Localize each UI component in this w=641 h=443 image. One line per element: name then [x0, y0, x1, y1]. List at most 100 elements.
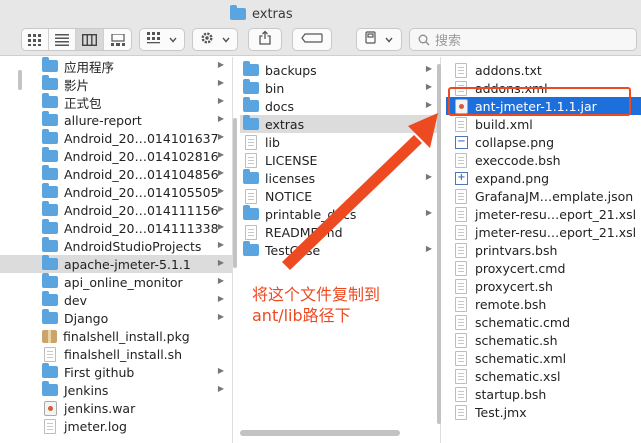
file-icon	[455, 152, 467, 168]
folder-icon	[42, 129, 58, 144]
file-row[interactable]: schematic.xml	[446, 349, 641, 367]
scrollbar-thumb[interactable]	[437, 64, 441, 424]
file-row[interactable]: Django ▶	[0, 309, 232, 327]
file-row[interactable]: Android_20…014111338 ▶	[0, 219, 232, 237]
view-mode-segmented-control[interactable]	[21, 28, 132, 51]
file-row[interactable]: bin ▶	[240, 79, 440, 97]
file-name: jenkins.war	[64, 400, 136, 416]
gear-icon	[200, 31, 214, 49]
folder-icon	[42, 93, 58, 108]
file-row[interactable]: remote.bsh	[446, 295, 641, 313]
file-row[interactable]: licenses ▶	[240, 169, 440, 187]
gallery-view-icon[interactable]	[104, 29, 131, 50]
file-row[interactable]: lib	[240, 133, 440, 151]
horizontal-scrollbar-thumb[interactable]	[240, 430, 400, 436]
file-name: lib	[265, 134, 280, 150]
tag-button[interactable]	[292, 28, 332, 51]
file-icon	[44, 418, 56, 434]
file-row[interactable]: jmeter.log	[0, 417, 232, 435]
folder-icon	[42, 291, 58, 306]
group-by-button[interactable]	[139, 28, 185, 51]
scrollbar-thumb[interactable]	[233, 118, 237, 268]
file-row[interactable]: allure-report ▶	[0, 111, 232, 129]
disclosure-arrow-icon: ▶	[217, 150, 224, 159]
file-name: build.xml	[475, 116, 533, 132]
file-name: proxycert.cmd	[475, 260, 566, 276]
chevron-down-icon	[222, 32, 230, 47]
file-row[interactable]: Android_20…014111156 ▶	[0, 201, 232, 219]
list-view-icon[interactable]	[49, 29, 76, 50]
disclosure-arrow-icon: ▶	[217, 96, 224, 105]
file-row[interactable]: apache-jmeter-5.1.1 ▶	[0, 255, 232, 273]
file-row[interactable]: printable_docs ▶	[240, 205, 440, 223]
file-row[interactable]: 正式包 ▶	[0, 93, 232, 111]
file-row[interactable]: finalshell_install.pkg	[0, 327, 232, 345]
file-name: extras	[265, 116, 305, 132]
file-name: Android_20…014111156	[64, 202, 219, 218]
disclosure-arrow-icon: ▶	[217, 240, 224, 249]
file-name: Django	[64, 310, 109, 326]
file-row[interactable]: README.md	[240, 223, 440, 241]
file-icon	[455, 278, 467, 294]
file-row[interactable]: LICENSE	[240, 151, 440, 169]
file-row[interactable]: First github ▶	[0, 363, 232, 381]
finder-column-2[interactable]: backups ▶ bin ▶ docs ▶ extras ▶ lib LICENSE licens…	[240, 57, 440, 443]
path-button[interactable]	[356, 28, 402, 51]
column-view-icon[interactable]	[76, 29, 104, 50]
file-name: schematic.xml	[475, 350, 567, 366]
file-row[interactable]: Jenkins ▶	[0, 381, 232, 399]
share-button[interactable]	[248, 28, 282, 51]
file-row[interactable]: proxycert.cmd	[446, 259, 641, 277]
file-row[interactable]: Android_20…014101637 ▶	[0, 129, 232, 147]
file-row[interactable]: Test.jmx	[446, 403, 641, 421]
file-name: finalshell_install.pkg	[63, 328, 190, 344]
file-row[interactable]: AndroidStudioProjects ▶	[0, 237, 232, 255]
file-name: printvars.bsh	[475, 242, 558, 258]
file-name: 影片	[64, 77, 90, 93]
file-row[interactable]: execcode.bsh	[446, 151, 641, 169]
file-icon	[455, 116, 467, 132]
file-row[interactable]: backups ▶	[240, 61, 440, 79]
search-field[interactable]: 搜索	[409, 28, 637, 51]
file-row[interactable]: 影片 ▶	[0, 75, 232, 93]
folder-icon	[42, 381, 58, 396]
file-name: execcode.bsh	[475, 152, 561, 168]
search-icon	[418, 34, 430, 46]
file-row[interactable]: Android_20…014102816 ▶	[0, 147, 232, 165]
file-row[interactable]: TestCase ▶	[240, 241, 440, 259]
file-row[interactable]: jmeter-resu…eport_21.xsl	[446, 223, 641, 241]
file-row[interactable]: api_online_monitor ▶	[0, 273, 232, 291]
folder-icon	[42, 111, 58, 126]
file-row[interactable]: jmeter-resu…eport_21.xsl	[446, 205, 641, 223]
file-row[interactable]: startup.bsh	[446, 385, 641, 403]
file-row[interactable]: proxycert.sh	[446, 277, 641, 295]
folder-icon	[42, 309, 58, 324]
file-row[interactable]: NOTICE	[240, 187, 440, 205]
file-row[interactable]: GrafanaJM…emplate.json	[446, 187, 641, 205]
icon-view-icon[interactable]	[22, 29, 49, 50]
file-name: Jenkins	[64, 382, 109, 398]
file-row[interactable]: 应用程序 ▶	[0, 57, 232, 75]
finder-column-1[interactable]: 应用程序 ▶ 影片 ▶ 正式包 ▶ allure-report ▶ Android_20…014…	[0, 57, 232, 443]
disclosure-arrow-icon: ▶	[217, 366, 224, 375]
file-row[interactable]: Android_20…014104856 ▶	[0, 165, 232, 183]
file-row[interactable]: schematic.xsl	[446, 367, 641, 385]
folder-icon	[42, 219, 58, 234]
file-row[interactable]: + expand.png	[446, 169, 641, 187]
file-row[interactable]: printvars.bsh	[446, 241, 641, 259]
file-row[interactable]: build.xml	[446, 115, 641, 133]
file-row[interactable]: extras ▶	[240, 115, 440, 133]
action-button[interactable]	[192, 28, 238, 51]
scrollbar-thumb[interactable]	[18, 70, 22, 90]
file-row[interactable]: schematic.cmd	[446, 313, 641, 331]
file-row[interactable]: − collapse.png	[446, 133, 641, 151]
file-row[interactable]: Android_20…014105505 ▶	[0, 183, 232, 201]
file-row[interactable]: dev ▶	[0, 291, 232, 309]
file-name: Android_20…014102816	[64, 148, 219, 164]
file-row[interactable]: docs ▶	[240, 97, 440, 115]
disclosure-arrow-icon: ▶	[217, 132, 224, 141]
file-row[interactable]: schematic.sh	[446, 331, 641, 349]
file-row[interactable]: addons.txt	[446, 61, 641, 79]
file-row[interactable]: jenkins.war	[0, 399, 232, 417]
file-row[interactable]: finalshell_install.sh	[0, 345, 232, 363]
